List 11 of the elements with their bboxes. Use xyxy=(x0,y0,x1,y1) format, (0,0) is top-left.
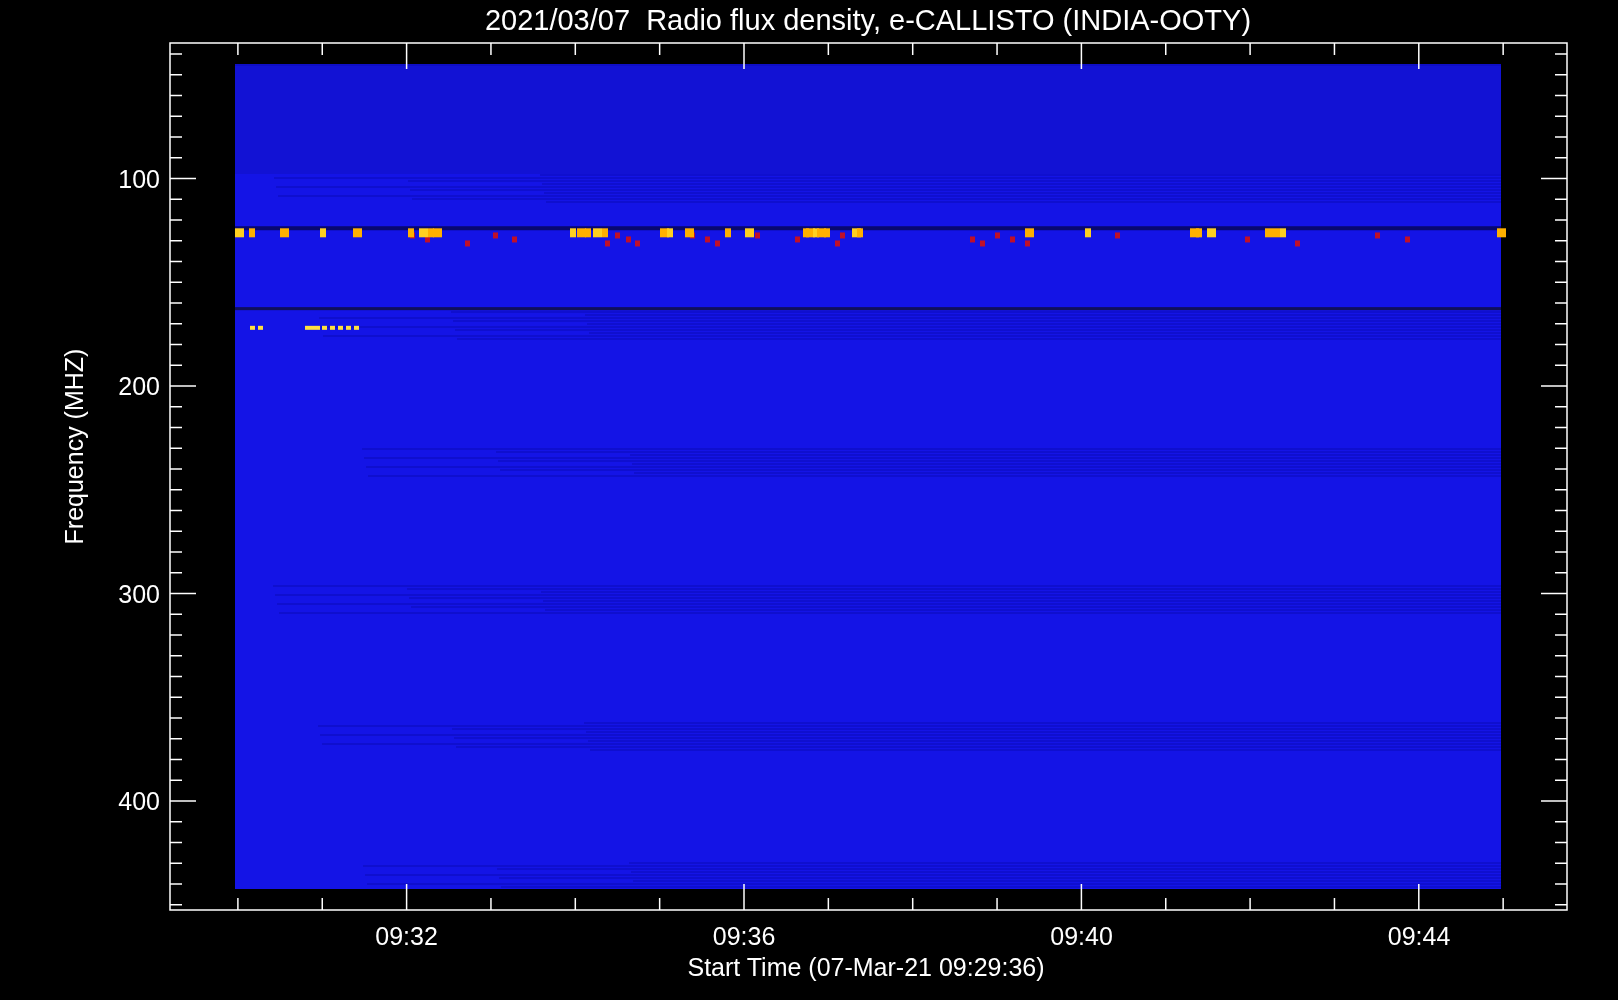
chart-title: 2021/03/07 Radio flux density, e-CALLISTO (INDIA-OOTY) xyxy=(484,4,1252,36)
tick-label: 09:32 xyxy=(375,922,438,950)
tick-label: 09:44 xyxy=(1387,922,1451,950)
tick-label: 400 xyxy=(118,787,160,815)
tick-label: 09:36 xyxy=(712,922,776,950)
tick-label: 200 xyxy=(118,372,160,400)
tick-label: 09:40 xyxy=(1050,922,1113,950)
tick-label: 100 xyxy=(118,164,160,193)
axis-title: Frequency (MHZ) xyxy=(60,348,88,545)
axis-title: Start Time (07-Mar-21 09:29:36) xyxy=(687,953,1045,981)
tick-label: 300 xyxy=(118,579,160,608)
